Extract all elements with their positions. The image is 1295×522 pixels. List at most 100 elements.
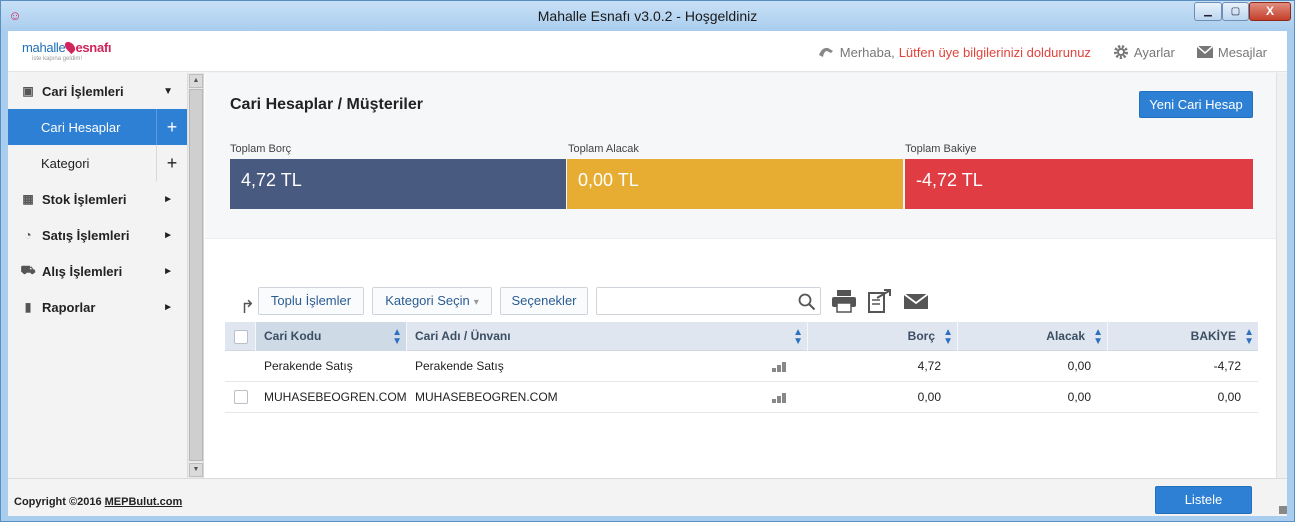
sort-icon[interactable]: ▲ ▼ [1244,323,1254,350]
summary-panel: Cari Hesaplar / Müşteriler Yeni Cari Hes… [205,73,1276,239]
search-icon[interactable] [798,293,816,311]
scroll-up-button[interactable]: ▲ [189,74,203,88]
category-select[interactable]: Kategori Seçin ▾ [372,287,492,315]
cell-bakiye: 0,00 [1217,390,1241,404]
sidebar-subitem-cari-hesaplar[interactable]: Cari Hesaplar + [8,109,187,145]
chevron-right-icon: ► [163,193,173,205]
sidebar-item-label: Alış İşlemleri [42,263,123,279]
sort-icon[interactable]: ▲ ▼ [943,323,953,350]
cell-bakiye: -4,72 [1213,359,1241,373]
cell-alacak: 0,00 [1067,390,1091,404]
footer: Copyright ©2016 MEPBulut.com Listele [8,478,1287,516]
sidebar-item-label: Raporlar [42,299,96,315]
sort-icon[interactable]: ▲ ▼ [793,323,803,350]
column-header-code[interactable]: Cari Kodu ▲ ▼ [256,322,407,351]
window-title: Mahalle Esnafı v3.0.2 - Hoşgeldiniz [537,8,758,24]
report-chart-icon[interactable] [772,360,788,372]
column-header-alacak[interactable]: Alacak ▲ ▼ [958,322,1108,351]
mail-icon[interactable] [903,289,929,313]
add-kategori-button[interactable]: + [156,145,187,181]
column-header-label: Borç [907,329,935,343]
resize-grip[interactable] [1279,506,1287,514]
settings-label: Ayarlar [1133,44,1175,60]
table-row[interactable]: Perakende Satış Perakende Satış 4,72 0,0… [225,351,1258,382]
logo-part-2: esnafı [75,40,112,55]
greeting-text: Merhaba, [839,44,895,60]
contact-card-icon: ▣ [22,84,34,98]
sidebar-subitem-kategori[interactable]: Kategori + [8,145,187,181]
title-bar[interactable]: ☺ Mahalle Esnafı v3.0.2 - Hoşgeldiniz ▁ … [1,1,1294,31]
sidebar-item-satis-islemleri[interactable]: ◔ Satış İşlemleri ► [8,217,187,253]
copyright-text: Copyright ©2016 MEPBulut.com [14,496,182,508]
chevron-right-icon: ► [163,301,173,313]
sidebar-subitem-label: Cari Hesaplar [41,119,121,135]
settings-link[interactable]: Ayarlar [1113,44,1175,60]
sidebar-item-label: Satış İşlemleri [42,227,130,243]
category-select-value: Kategori Seçin [385,293,470,308]
options-button[interactable]: Seçenekler [500,287,588,315]
sort-icon[interactable]: ▲ ▼ [1093,323,1103,350]
wave-hand-icon [818,47,833,57]
app-window: ☺ Mahalle Esnafı v3.0.2 - Hoşgeldiniz ▁ … [0,0,1295,522]
return-arrow-icon: ↱ [240,297,256,317]
bulk-actions-button[interactable]: Toplu İşlemler [258,287,364,315]
close-button[interactable]: X [1249,2,1291,21]
new-account-button[interactable]: Yeni Cari Hesap [1139,91,1253,118]
brand-logo[interactable]: mahalle esnafı iste kapına geldim! [22,37,132,67]
cell-borc: 0,00 [917,390,941,404]
gear-icon [1113,45,1128,59]
sort-icon[interactable]: ▲ ▼ [392,323,402,350]
column-header-borc[interactable]: Borç ▲ ▼ [808,322,958,351]
print-icon[interactable] [831,289,857,313]
select-all-checkbox[interactable] [234,330,248,344]
sidebar-item-alis-islemleri[interactable]: ⛟ Alış İşlemleri ► [8,253,187,289]
sidebar-item-label: Cari İşlemleri [42,83,124,99]
sidebar-item-cari-islemleri[interactable]: ▣ Cari İşlemleri ▼ [8,73,187,109]
chevron-right-icon: ► [163,265,173,277]
cell-name[interactable]: Perakende Satış [415,351,504,381]
add-cari-hesap-button[interactable]: + [156,109,187,145]
cell-code: Perakende Satış [264,359,353,373]
total-debt-value: 4,72 TL [230,159,566,209]
table-header: Cari Kodu ▲ ▼ Cari Adı / Ünvanı ▲ ▼ Borç ▲… [225,322,1258,351]
sidebar-scrollbar[interactable]: ▲ ▼ [187,73,203,478]
column-header-bakiye[interactable]: BAKİYE ▲ ▼ [1108,322,1258,351]
copyright-label: Copyright ©2016 [14,496,102,508]
scroll-down-button[interactable]: ▼ [189,463,203,477]
cell-name[interactable]: MUHASEBEOGREN.COM [415,382,558,412]
row-checkbox[interactable] [234,390,248,404]
chevron-right-icon: ► [163,229,173,241]
total-credit-label: Toplam Alacak [568,143,639,155]
header-actions: Merhaba, Lütfen üye bilgilerinizi doldur… [817,42,1267,62]
column-header-label: Cari Kodu [264,329,322,343]
sidebar-subitem-label: Kategori [41,155,90,171]
maximize-button[interactable]: ▢ [1222,2,1249,21]
chevron-down-icon: ▾ [473,297,479,308]
sidebar-item-raporlar[interactable]: ▮ Raporlar ► [8,289,187,325]
messages-label: Mesajlar [1217,44,1267,60]
chevron-down-icon: ▼ [163,85,173,97]
table-row[interactable]: MUHASEBEOGREN.COM MUHASEBEOGREN.COM 0,00… [225,382,1258,413]
logo-wordmark: mahalle esnafı [22,39,112,55]
vendor-link[interactable]: MEPBulut.com [105,496,183,508]
profile-notice-link[interactable]: Lütfen üye bilgilerinizi doldurunuz [899,45,1091,60]
sidebar-menu: ▣ Cari İşlemleri ▼ Cari Hesaplar + Kateg… [8,73,187,325]
main-scrollbar[interactable] [1276,73,1287,478]
minimize-button[interactable]: ▁ [1194,2,1222,21]
scrollbar-thumb[interactable] [189,89,203,461]
greeting[interactable]: Merhaba, Lütfen üye bilgilerinizi doldur… [817,45,1091,60]
list-button[interactable]: Listele [1155,486,1252,514]
search-input[interactable] [596,287,821,315]
client-area: mahalle esnafı iste kapına geldim! Merhab… [8,31,1287,516]
export-icon[interactable] [867,289,893,313]
messages-link[interactable]: Mesajlar [1196,44,1267,60]
accounts-table: Cari Kodu ▲ ▼ Cari Adı / Ünvanı ▲ ▼ Borç ▲… [225,322,1258,413]
total-credit-value: 0,00 TL [567,159,903,209]
list-toolbar: ↱ Toplu İşlemler Kategori Seçin ▾ Seçenek… [205,285,1276,319]
column-header-name[interactable]: Cari Adı / Ünvanı ▲ ▼ [407,322,808,351]
sidebar-item-stok-islemleri[interactable]: ▦ Stok İşlemleri ► [8,181,187,217]
report-chart-icon[interactable] [772,391,788,403]
total-balance-label: Toplam Bakiye [905,143,977,155]
cell-alacak: 0,00 [1067,359,1091,373]
column-header-label: Alacak [1046,329,1085,343]
